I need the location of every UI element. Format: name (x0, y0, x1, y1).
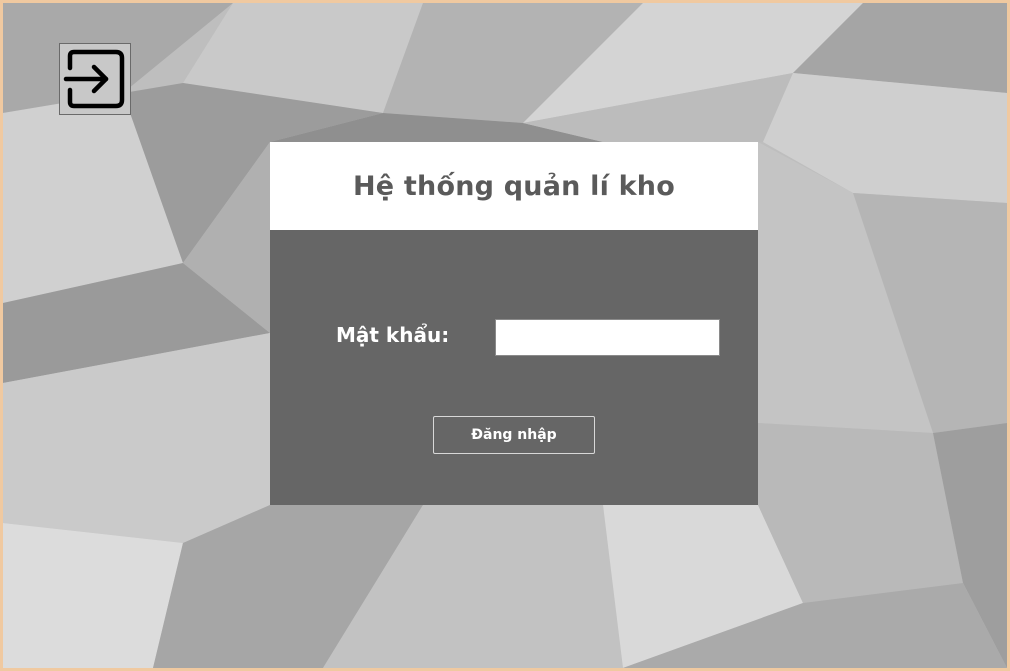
password-label: Mật khẩu: (336, 323, 450, 347)
exit-button[interactable] (59, 43, 131, 115)
panel-body: Mật khẩu: Đăng nhập (270, 230, 758, 505)
login-window: Hệ thống quản lí kho Mật khẩu: Đăng nhập (0, 0, 1010, 671)
exit-arrow-icon (63, 49, 125, 109)
login-button[interactable]: Đăng nhập (433, 416, 595, 454)
panel-header: Hệ thống quản lí kho (270, 142, 758, 230)
app-title: Hệ thống quản lí kho (353, 170, 675, 202)
password-input[interactable] (495, 319, 720, 356)
login-panel: Hệ thống quản lí kho Mật khẩu: Đăng nhập (270, 142, 758, 505)
